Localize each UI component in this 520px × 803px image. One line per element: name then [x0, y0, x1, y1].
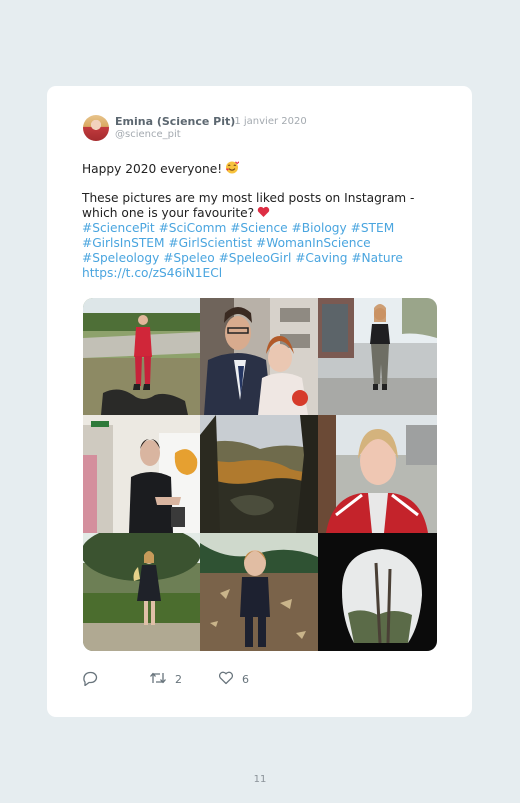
photo-4[interactable]	[83, 415, 200, 533]
tweet-card: Emina (Science Pit) · 1 janvier 2020 @sc…	[47, 86, 472, 717]
photo-6[interactable]	[318, 415, 437, 533]
retweet-button[interactable]: 2	[149, 671, 182, 688]
photo-8[interactable]	[200, 533, 318, 651]
post-text-3: which one is your favourite?	[82, 206, 255, 220]
page-number: 11	[253, 774, 267, 785]
photo-5[interactable]	[200, 415, 318, 533]
retweet-count: 2	[175, 673, 182, 686]
photo-2[interactable]	[200, 298, 318, 415]
post-line-1: Happy 2020 everyone!	[82, 160, 240, 178]
post-date[interactable]: · 1 janvier 2020	[228, 116, 307, 127]
photo-7[interactable]	[83, 533, 200, 651]
avatar[interactable]	[83, 115, 109, 141]
red-heart-icon	[257, 206, 270, 222]
tweet-actions: 2 6	[82, 671, 282, 689]
author-handle[interactable]: @science_pit	[115, 129, 181, 140]
photo-9[interactable]	[318, 533, 437, 651]
hashtags-line-3[interactable]: #Speleology #Speleo #SpeleoGirl #Caving …	[82, 251, 403, 266]
photo-1[interactable]	[83, 298, 200, 415]
reply-button[interactable]	[82, 671, 106, 689]
post-link[interactable]: https://t.co/zS46iN1ECl	[82, 266, 222, 281]
photo-3[interactable]	[318, 298, 437, 415]
post-line-2: These pictures are my most liked posts o…	[82, 191, 415, 205]
heart-icon	[218, 671, 234, 688]
post-line-3: which one is your favourite?	[82, 206, 270, 222]
post-text-1: Happy 2020 everyone!	[82, 162, 223, 176]
retweet-icon	[149, 671, 167, 688]
reply-icon	[82, 671, 98, 689]
hashtags-line-1[interactable]: #SciencePit #SciComm #Science #Biology #…	[82, 221, 394, 236]
hashtags-line-2[interactable]: #GirlsInSTEM #GirlScientist #WomanInScie…	[82, 236, 371, 251]
photo-grid	[83, 298, 437, 651]
like-count: 6	[242, 673, 249, 686]
smiling-face-with-hearts-icon	[225, 160, 240, 178]
like-button[interactable]: 6	[218, 671, 249, 688]
author-name[interactable]: Emina (Science Pit)	[115, 115, 235, 128]
